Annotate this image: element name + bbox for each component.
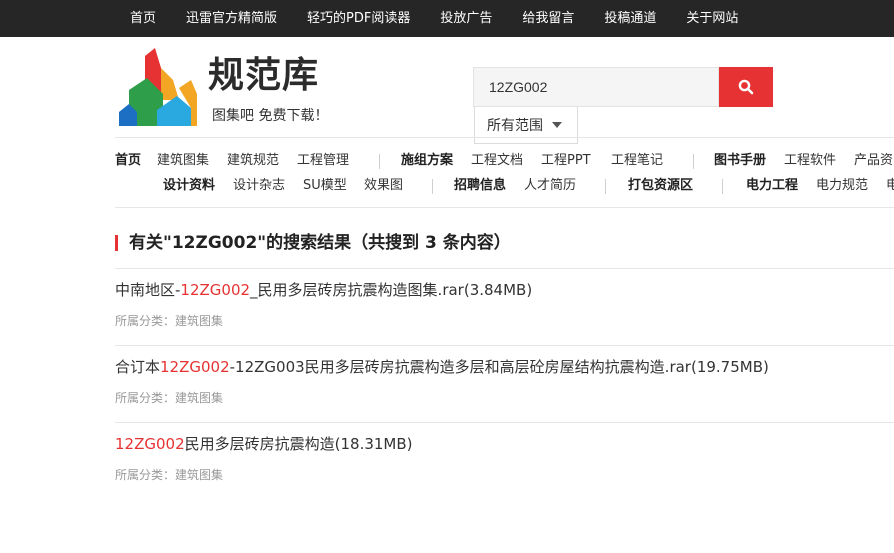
category-row-1: 首页 建筑图集 建筑规范 工程管理 施组方案 工程文档 工程PPT 工程笔记 图… — [0, 150, 894, 172]
result-category[interactable]: 所属分类：建筑图集 — [115, 390, 223, 406]
result-title-prefix: 中南地区- — [115, 281, 181, 299]
chevron-down-icon — [552, 122, 562, 128]
cat-renderings[interactable]: 效果图 — [364, 175, 403, 197]
nav-about[interactable]: 关于网站 — [671, 0, 753, 37]
cat-construction-plan[interactable]: 施组方案 — [401, 150, 453, 172]
category-divider — [115, 207, 894, 208]
nav-home[interactable]: 首页 — [115, 0, 171, 37]
cat-books[interactable]: 图书手册 — [714, 150, 766, 172]
result-title-highlight: 12ZG002 — [115, 435, 185, 453]
result-category[interactable]: 所属分类：建筑图集 — [115, 467, 223, 483]
category-row-2: 设计资料 设计杂志 SU模型 效果图 招聘信息 人才简历 打包资源区 电力工程 … — [0, 175, 894, 197]
top-nav-bar: 首页 迅雷官方精简版 轻巧的PDF阅读器 投放广告 给我留言 投稿通道 关于网站 — [0, 0, 894, 37]
search-button[interactable] — [719, 67, 773, 107]
cat-jobs[interactable]: 招聘信息 — [454, 175, 506, 197]
logo-slogan: 图集吧 免费下载！ — [212, 108, 329, 124]
result-title-link[interactable]: 中南地区-12ZG002_民用多层砖房抗震构造图集.rar(3.84MB) — [115, 280, 532, 300]
search-box — [473, 67, 719, 107]
divider — [379, 154, 380, 169]
cat-resumes[interactable]: 人才简历 — [524, 175, 576, 197]
divider — [432, 179, 433, 194]
result-divider — [115, 422, 894, 423]
result-category[interactable]: 所属分类：建筑图集 — [115, 313, 223, 329]
result-title-highlight: 12ZG002 — [160, 358, 230, 376]
cat-eng-notes[interactable]: 工程笔记 — [611, 150, 663, 172]
cat-su-model[interactable]: SU模型 — [303, 175, 347, 197]
cat-home[interactable]: 首页 — [115, 150, 141, 172]
cat-power-code[interactable]: 电力规范 — [816, 175, 868, 197]
nav-ads[interactable]: 投放广告 — [425, 0, 507, 37]
search-icon — [738, 79, 754, 95]
cat-project-mgmt[interactable]: 工程管理 — [297, 150, 349, 172]
top-nav: 首页 迅雷官方精简版 轻巧的PDF阅读器 投放广告 给我留言 投稿通道 关于网站 — [115, 0, 753, 37]
search-scope-dropdown[interactable]: 所有范围 — [474, 107, 578, 144]
result-title-highlight: 12ZG002 — [180, 281, 251, 299]
cat-building-code[interactable]: 建筑规范 — [227, 150, 279, 172]
cat-design-mag[interactable]: 设计杂志 — [233, 175, 285, 197]
result-title-link[interactable]: 合订本12ZG002-12ZG003民用多层砖房抗震构造多层和高层砼房屋结构抗震… — [115, 357, 769, 377]
cat-building-atlas[interactable]: 建筑图集 — [157, 150, 209, 172]
result-divider — [115, 345, 894, 346]
cat-products[interactable]: 产品资 — [854, 150, 893, 172]
cat-power-eng[interactable]: 电力工程 — [746, 175, 798, 197]
result-title-suffix: 民用多层砖房抗震构造(18.31MB) — [184, 435, 413, 453]
heading-accent-bar — [115, 235, 118, 251]
cat-design-data[interactable]: 设计资料 — [163, 175, 215, 197]
results-divider — [115, 268, 894, 269]
divider — [722, 179, 723, 194]
result-title-link[interactable]: 12ZG002民用多层砖房抗震构造(18.31MB) — [115, 434, 413, 454]
result-title-suffix: _民用多层砖房抗震构造图集.rar(3.84MB) — [250, 281, 533, 299]
cat-eng-docs[interactable]: 工程文档 — [471, 150, 523, 172]
cat-bundle[interactable]: 打包资源区 — [628, 175, 693, 197]
cat-power-more[interactable]: 电 — [886, 175, 894, 197]
result-title-suffix: -12ZG003民用多层砖房抗震构造多层和高层砼房屋结构抗震构造.rar(19.… — [229, 358, 769, 376]
divider — [605, 179, 606, 194]
cat-eng-ppt[interactable]: 工程PPT — [541, 150, 591, 172]
search-scope-label: 所有范围 — [487, 118, 543, 134]
result-title-prefix: 合订本 — [115, 358, 161, 376]
nav-xunlei[interactable]: 迅雷官方精简版 — [171, 0, 292, 37]
results-heading-text: 有关"12ZG002"的搜索结果（共搜到 3 条内容） — [129, 233, 511, 253]
logo-title[interactable]: 规范库 — [208, 54, 319, 98]
cat-eng-software[interactable]: 工程软件 — [784, 150, 836, 172]
nav-message[interactable]: 给我留言 — [507, 0, 589, 37]
nav-pdf-reader[interactable]: 轻巧的PDF阅读器 — [292, 0, 425, 37]
nav-submit[interactable]: 投稿通道 — [589, 0, 671, 37]
header-divider — [115, 137, 894, 138]
divider — [693, 154, 694, 169]
search-input[interactable] — [474, 68, 718, 106]
